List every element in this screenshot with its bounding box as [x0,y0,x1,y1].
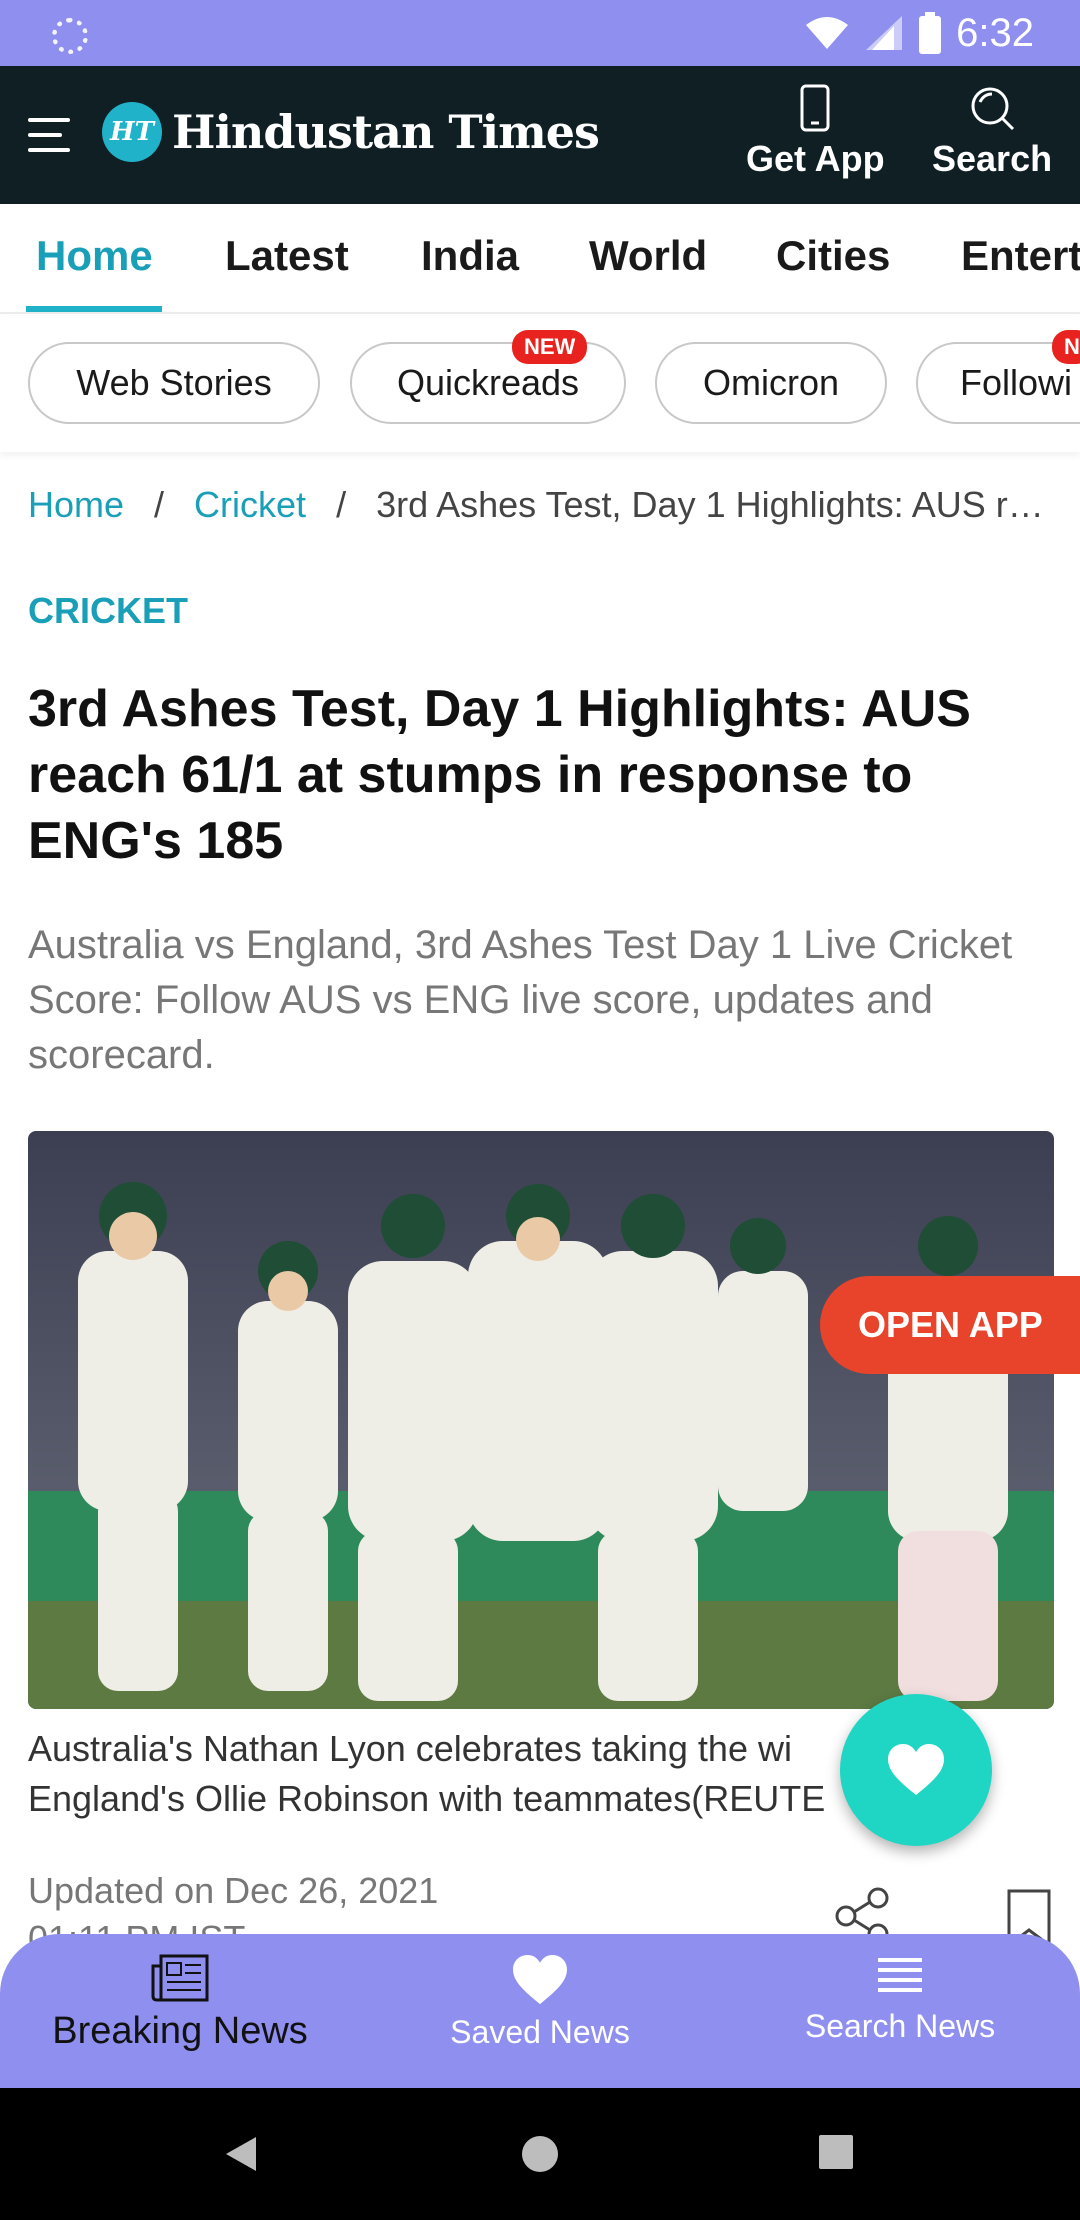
back-icon[interactable] [222,2134,260,2174]
status-time: 6:32 [956,10,1034,55]
section-label[interactable]: CRICKET [28,590,188,632]
new-badge: NEW [512,330,588,364]
topic-chips: Web Stories Quickreads NEW Omicron Follo… [0,316,1080,452]
nav-search-news[interactable]: Search News [730,1954,1070,2045]
menu-icon[interactable] [28,118,70,152]
wifi-icon [806,17,849,49]
nav-breaking-news[interactable]: Breaking News [10,1954,350,2053]
chip-web-stories[interactable]: Web Stories [28,342,320,424]
tab-cities[interactable]: Cities [776,232,890,280]
logo-badge: HT [102,102,162,162]
breadcrumb-separator: / [154,484,165,525]
open-app-label: OPEN APP [858,1304,1043,1345]
heart-icon [888,1744,944,1795]
chip-label: Followi [960,362,1073,403]
article-summary: Australia vs England, 3rd Ashes Test Day… [28,923,1013,1077]
tab-entertainment[interactable]: Entert [961,232,1080,280]
tab-india[interactable]: India [421,232,519,280]
nav-label: Breaking News [52,2010,308,2052]
tab-world[interactable]: World [589,232,707,280]
bottom-nav: Breaking News Saved News Search News [0,1934,1080,2088]
app-header: HT Hindustan Times Get App Search [0,66,1080,204]
cricket-photo [28,1131,1054,1709]
breadcrumb-home[interactable]: Home [28,484,124,525]
chip-omicron[interactable]: Omicron [655,342,887,424]
tab-home[interactable]: Home [36,232,153,280]
chip-label: Omicron [702,362,840,403]
phone-icon [800,84,830,132]
status-icons: 6:32 [804,0,1034,66]
category-tabs: Home Latest India World Cities Entert [0,204,1080,314]
screen: 6:32 HT Hindustan Times Get App Search H… [0,0,1080,2220]
get-app-button[interactable]: Get App [746,84,885,180]
system-nav-bar [0,2088,1080,2220]
breadcrumb-current: 3rd Ashes Test, Day 1 Highlights: AUS re… [376,484,1058,525]
breadcrumb: Home / Cricket / 3rd Ashes Test, Day 1 Highl… [28,484,1058,526]
recents-icon[interactable] [818,2134,854,2170]
chip-label: Quickreads [396,362,580,403]
get-app-label: Get App [746,138,885,179]
updated-date: Updated on Dec 26, 2021 [28,1870,439,1911]
battery-icon [919,12,942,54]
heart-icon [513,1954,567,2005]
signal-icon [866,16,903,50]
breadcrumb-cricket[interactable]: Cricket [194,484,306,525]
search-button[interactable]: Search [932,84,1052,180]
loading-icon [52,18,88,54]
home-icon[interactable] [520,2134,560,2174]
new-badge: N [1052,330,1080,364]
nav-saved-news[interactable]: Saved News [370,1954,710,2051]
open-app-button[interactable]: OPEN APP [820,1276,1080,1374]
active-tab-indicator [26,306,162,312]
nav-label: Saved News [450,2014,630,2050]
search-icon [971,87,1015,131]
newspaper-icon [151,1954,209,2002]
search-label: Search [932,138,1053,179]
breadcrumb-separator: / [336,484,347,525]
logo[interactable]: HT Hindustan Times [102,102,600,162]
list-icon [878,1958,922,1992]
status-bar: 6:32 [0,0,1080,66]
tab-latest[interactable]: Latest [225,232,349,280]
logo-text: Hindustan Times [172,105,600,159]
article-image[interactable] [28,1131,1054,1709]
favorite-fab[interactable] [840,1694,992,1846]
article-headline: 3rd Ashes Test, Day 1 Highlights: AUS re… [28,680,971,870]
chip-label: Web Stories [76,362,272,403]
nav-label: Search News [804,2008,996,2044]
